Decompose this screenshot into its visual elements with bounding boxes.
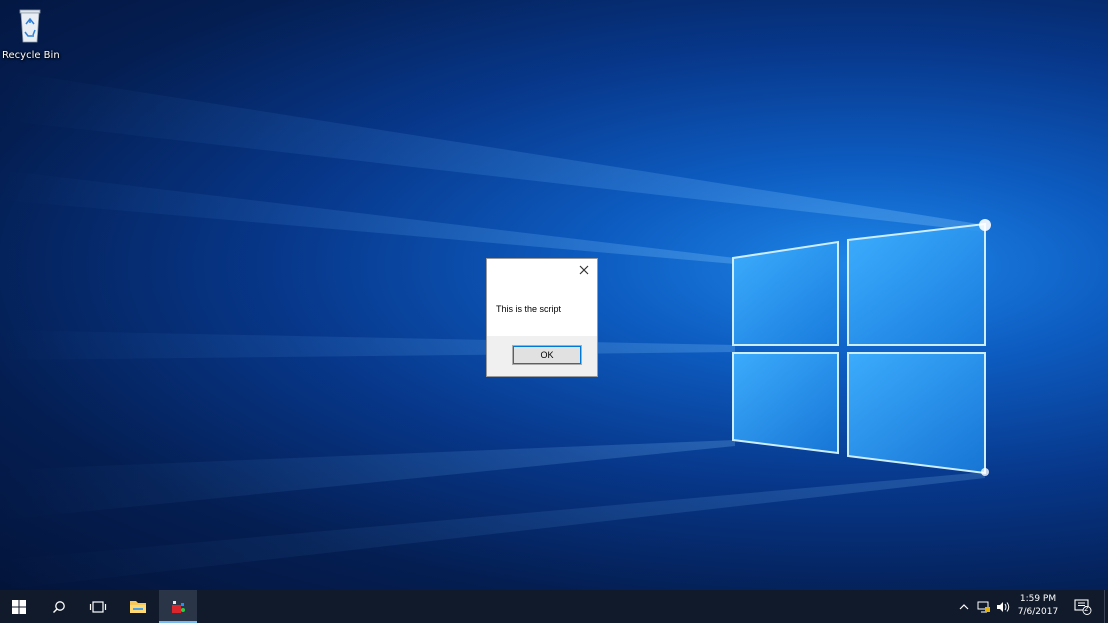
desktop[interactable]: Recycle Bin This is the script OK	[0, 0, 1108, 590]
search-button[interactable]	[40, 590, 78, 623]
show-desktop-button[interactable]	[1104, 590, 1108, 623]
volume-button[interactable]	[994, 590, 1012, 623]
search-icon	[53, 600, 65, 613]
app-icon	[172, 600, 185, 613]
running-app-button[interactable]	[159, 590, 197, 623]
taskbar: 1:59 PM 7/6/2017 2	[0, 590, 1108, 623]
message-dialog: This is the script OK	[486, 258, 598, 377]
network-icon	[977, 601, 990, 612]
speaker-icon	[997, 601, 1010, 612]
network-button[interactable]	[975, 590, 993, 623]
notification-icon	[1074, 598, 1092, 615]
desktop-icon-label: Recycle Bin	[2, 50, 60, 61]
windows-logo-icon	[12, 599, 26, 614]
file-explorer-button[interactable]	[119, 590, 157, 623]
notification-count: 2	[1084, 605, 1089, 613]
folder-icon	[130, 601, 146, 613]
clock-time: 1:59 PM	[1019, 594, 1057, 604]
clock[interactable]: 1:59 PM 7/6/2017	[1012, 593, 1064, 619]
recycle-bin-icon	[19, 9, 41, 43]
clock-date: 7/6/2017	[1017, 607, 1059, 617]
task-view-icon	[89, 600, 107, 613]
dialog-message: This is the script	[496, 304, 562, 314]
dialog-footer: OK	[487, 336, 597, 376]
action-center-button[interactable]: 2	[1070, 590, 1096, 623]
close-icon[interactable]	[577, 263, 591, 277]
start-button[interactable]	[0, 590, 38, 623]
ok-button[interactable]: OK	[512, 345, 582, 365]
show-hidden-icons-button[interactable]	[955, 590, 973, 623]
chevron-up-icon	[959, 604, 969, 610]
desktop-icon-recycle-bin[interactable]: Recycle Bin	[2, 4, 60, 61]
task-view-button[interactable]	[79, 590, 117, 623]
